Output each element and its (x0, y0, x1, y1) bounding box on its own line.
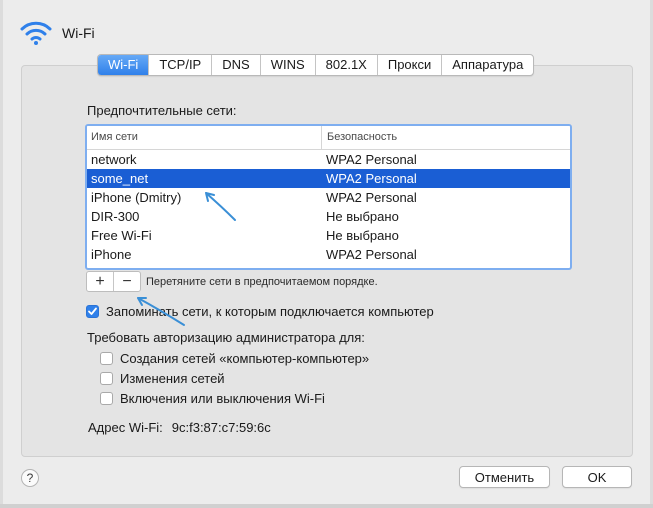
table-row-selected[interactable]: some_net WPA2 Personal (87, 169, 570, 188)
tab-bar: Wi-Fi TCP/IP DNS WINS 802.1X Прокси Аппа… (97, 54, 535, 76)
require-admin-label: Требовать авторизацию администратора для… (87, 330, 365, 345)
remember-networks-checkbox[interactable] (86, 305, 99, 318)
header: Wi-Fi (20, 18, 95, 48)
network-name: iPhone (Dmitry) (91, 190, 182, 205)
column-header-security[interactable]: Безопасность (322, 126, 397, 149)
help-button[interactable]: ? (21, 469, 39, 487)
table-row[interactable]: network WPA2 Personal (87, 150, 570, 169)
network-security: WPA2 Personal (326, 190, 417, 205)
wifi-icon (20, 21, 52, 45)
remember-networks-option[interactable]: Запоминать сети, к которым подключается … (86, 304, 434, 319)
column-header-name[interactable]: Имя сети (87, 126, 322, 149)
tab-wifi[interactable]: Wi-Fi (98, 55, 149, 75)
remove-network-button[interactable]: − (113, 272, 140, 291)
table-row[interactable]: Free Wi-Fi Не выбрано (87, 226, 570, 245)
header-title: Wi-Fi (62, 25, 95, 41)
change-networks-checkbox[interactable] (100, 372, 113, 385)
tab-wins[interactable]: WINS (259, 55, 315, 75)
checkmark-icon (88, 307, 97, 315)
change-networks-label: Изменения сетей (120, 371, 225, 386)
network-name: DIR-300 (91, 209, 140, 224)
toggle-wifi-checkbox[interactable] (100, 392, 113, 405)
tab-8021x[interactable]: 802.1X (314, 55, 377, 75)
toggle-wifi-label: Включения или выключения Wi-Fi (120, 391, 325, 406)
add-remove-control: + − (86, 271, 141, 292)
table-row[interactable]: DIR-300 Не выбрано (87, 207, 570, 226)
network-name: network (91, 152, 137, 167)
network-security: Не выбрано (326, 209, 399, 224)
computer-to-computer-label: Создания сетей «компьютер-компьютер» (120, 351, 370, 366)
admin-option-toggle-wifi[interactable]: Включения или выключения Wi-Fi (100, 391, 325, 406)
wifi-address-value: 9c:f3:87:c7:59:6c (171, 420, 271, 435)
remember-networks-label: Запоминать сети, к которым подключается … (106, 304, 434, 319)
window-left-edge (0, 0, 3, 508)
table-header: Имя сети Безопасность (87, 126, 570, 150)
wifi-address: Адрес Wi-Fi: 9c:f3:87:c7:59:6c (88, 420, 271, 435)
preferred-networks-label: Предпочтительные сети: (87, 103, 237, 118)
table-row[interactable]: iPhone (Dmitry) WPA2 Personal (87, 188, 570, 207)
network-security: WPA2 Personal (326, 247, 417, 262)
add-network-button[interactable]: + (87, 272, 113, 291)
drag-hint-text: Перетяните сети в предпочитаемом порядке… (146, 276, 378, 288)
ok-button[interactable]: OK (562, 466, 632, 488)
tab-proxy[interactable]: Прокси (376, 55, 441, 75)
wifi-address-label: Адрес Wi-Fi: (88, 420, 163, 435)
tab-dns[interactable]: DNS (211, 55, 259, 75)
network-security: Не выбрано (326, 228, 399, 243)
window-bottom-edge (0, 504, 653, 508)
network-security: WPA2 Personal (326, 152, 417, 167)
tab-hardware[interactable]: Аппаратура (441, 55, 533, 75)
network-security: WPA2 Personal (326, 171, 417, 186)
preferred-networks-table[interactable]: Имя сети Безопасность network WPA2 Perso… (85, 124, 572, 270)
network-name: iPhone (91, 247, 132, 262)
admin-option-computer-to-computer[interactable]: Создания сетей «компьютер-компьютер» (100, 351, 369, 366)
admin-option-change-networks[interactable]: Изменения сетей (100, 371, 225, 386)
network-name: some_net (91, 171, 149, 186)
cancel-button[interactable]: Отменить (459, 466, 550, 488)
computer-to-computer-checkbox[interactable] (100, 352, 113, 365)
table-row[interactable]: iPhone WPA2 Personal (87, 245, 570, 264)
network-name: Free Wi-Fi (91, 228, 152, 243)
tab-tcpip[interactable]: TCP/IP (148, 55, 211, 75)
